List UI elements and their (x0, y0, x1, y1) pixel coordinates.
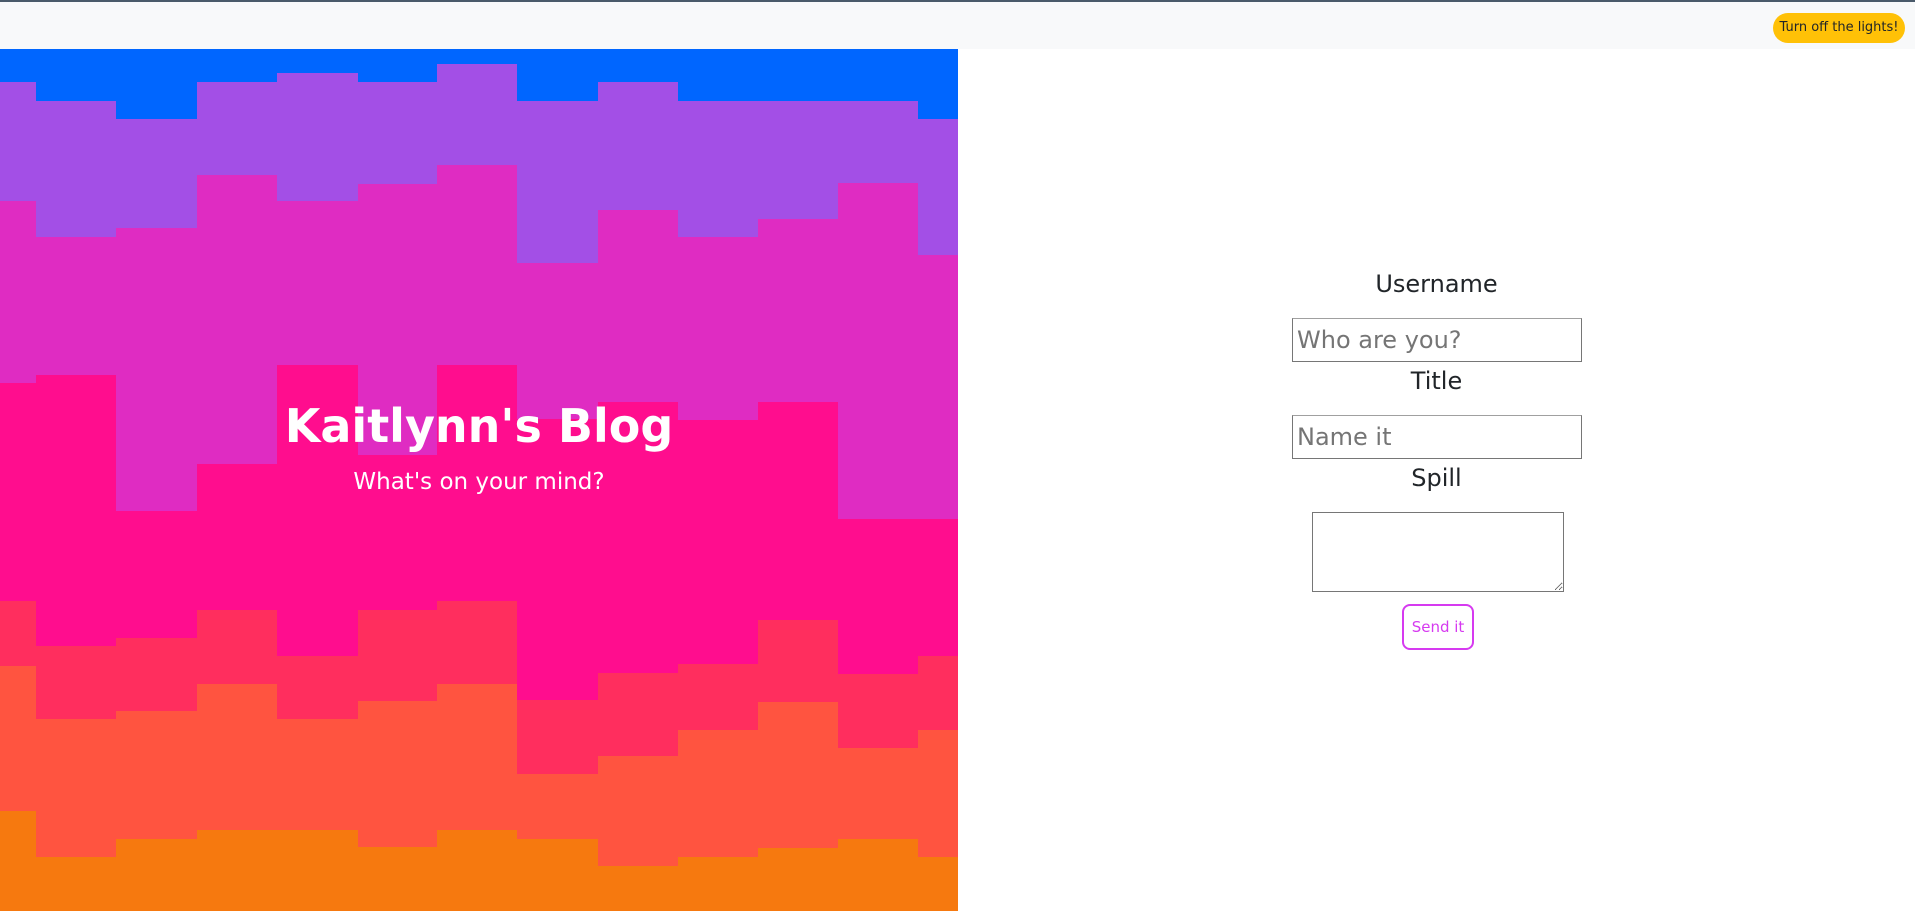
spill-label: Spill (1411, 464, 1462, 492)
navbar: Turn off the lights! (0, 2, 1915, 49)
spill-textarea[interactable] (1312, 512, 1564, 592)
username-label: Username (1375, 270, 1498, 298)
blog-subtitle: What's on your mind? (353, 469, 605, 495)
send-button[interactable]: Send it (1402, 604, 1474, 650)
username-input[interactable] (1292, 318, 1582, 362)
toggle-lights-button[interactable]: Turn off the lights! (1773, 13, 1905, 43)
title-input[interactable] (1292, 415, 1582, 459)
title-label: Title (1410, 367, 1463, 395)
blog-title: Kaitlynn's Blog (284, 399, 674, 453)
post-form: Username Title Spill Send it (958, 49, 1915, 911)
hero-banner: Kaitlynn's Blog What's on your mind? (0, 49, 958, 911)
